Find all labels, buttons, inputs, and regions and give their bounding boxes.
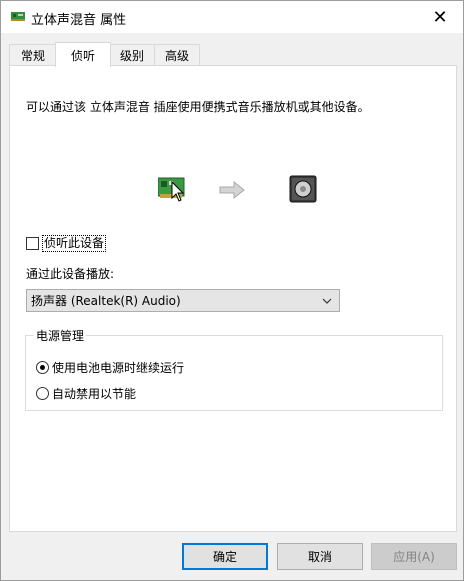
- listen-description: 可以通过该 立体声混音 插座使用便携式音乐播放机或其他设备。: [26, 100, 370, 114]
- properties-dialog: 立体声混音 属性 ✕ 常规 侦听 级别 高级 可以通过该 立体声混音 插座使用便…: [0, 0, 464, 581]
- sound-card-icon: [158, 177, 185, 202]
- radio-button[interactable]: [36, 387, 49, 400]
- listen-checkbox[interactable]: [26, 236, 39, 250]
- apply-button[interactable]: 应用(A): [371, 543, 457, 570]
- playback-label: 通过此设备播放:: [26, 267, 115, 281]
- power-management-title: 电源管理: [34, 327, 87, 344]
- chevron-down-icon: [322, 298, 332, 304]
- cancel-button[interactable]: 取消: [277, 543, 363, 570]
- connection-diagram: [158, 175, 317, 203]
- close-icon: ✕: [432, 6, 448, 28]
- tab-advanced[interactable]: 高级: [154, 44, 200, 66]
- speaker-icon: [289, 175, 317, 203]
- radio-keep-running[interactable]: 使用电池电源时继续运行: [36, 359, 184, 376]
- window-title: 立体声混音 属性: [31, 13, 127, 28]
- radio-auto-disable[interactable]: 自动禁用以节能: [36, 385, 136, 402]
- tab-strip: 常规 侦听 级别 高级: [9, 42, 449, 67]
- listen-checkbox-row[interactable]: 侦听此设备: [26, 234, 107, 252]
- listen-checkbox-label[interactable]: 侦听此设备: [42, 234, 107, 252]
- ok-button[interactable]: 确定: [182, 543, 268, 570]
- title-bar: 立体声混音 属性 ✕: [1, 1, 463, 33]
- tab-general[interactable]: 常规: [9, 44, 57, 66]
- arrow-right-icon: [219, 180, 245, 200]
- sound-card-icon: [11, 12, 25, 21]
- close-button[interactable]: ✕: [417, 1, 463, 33]
- tab-listen[interactable]: 侦听: [55, 42, 111, 67]
- playback-device-select[interactable]: 扬声器 (Realtek(R) Audio): [26, 289, 340, 312]
- power-management-group: 电源管理 使用电池电源时继续运行 自动禁用以节能: [25, 327, 443, 411]
- radio-button-checked[interactable]: [36, 361, 49, 374]
- listen-panel: 可以通过该 立体声混音 插座使用便携式音乐播放机或其他设备。 侦听此设备 通过此…: [9, 65, 457, 532]
- tab-levels[interactable]: 级别: [109, 44, 155, 66]
- playback-device-value: 扬声器 (Realtek(R) Audio): [31, 294, 181, 308]
